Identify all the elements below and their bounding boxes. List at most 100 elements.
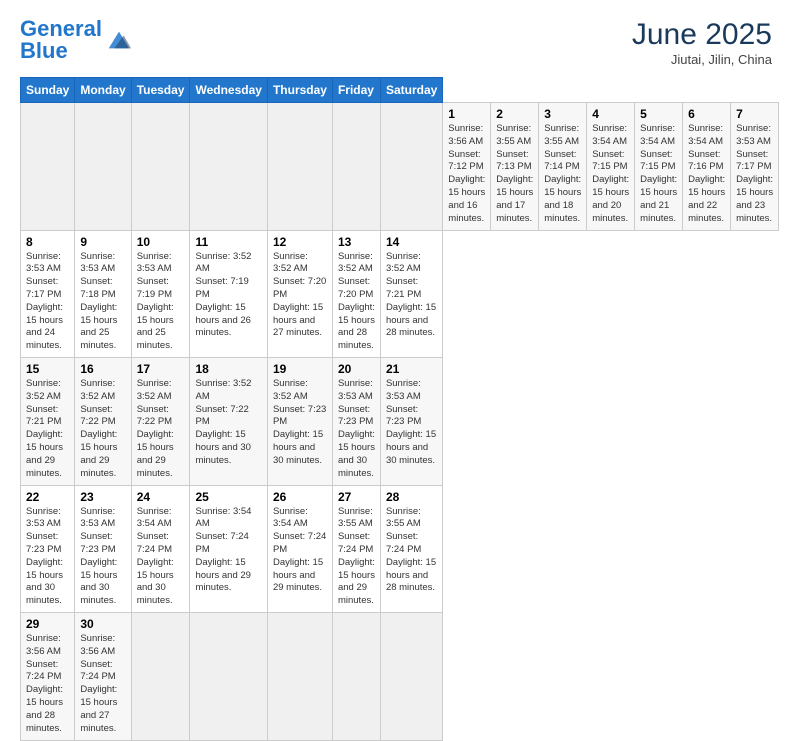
page-header: General Blue June 2025 Jiutai, Jilin, Ch… (20, 18, 772, 67)
week-row-2: 8 Sunrise: 3:53 AMSunset: 7:17 PMDayligh… (21, 230, 779, 358)
day-info: Sunrise: 3:52 AMSunset: 7:22 PMDaylight:… (137, 378, 185, 481)
calendar-cell: 27 Sunrise: 3:55 AMSunset: 7:24 PMDaylig… (332, 485, 380, 613)
calendar-cell: 14 Sunrise: 3:52 AMSunset: 7:21 PMDaylig… (380, 230, 442, 358)
day-number: 29 (26, 617, 69, 631)
calendar-cell (21, 103, 75, 231)
day-number: 20 (338, 362, 375, 376)
calendar-cell: 4 Sunrise: 3:54 AMSunset: 7:15 PMDayligh… (587, 103, 635, 231)
logo: General Blue (20, 18, 133, 62)
day-number: 22 (26, 490, 69, 504)
day-info: Sunrise: 3:54 AMSunset: 7:15 PMDaylight:… (592, 123, 629, 226)
day-info: Sunrise: 3:55 AMSunset: 7:14 PMDaylight:… (544, 123, 581, 226)
day-number: 25 (195, 490, 261, 504)
calendar-cell: 18 Sunrise: 3:52 AMSunset: 7:22 PMDaylig… (190, 358, 267, 486)
day-number: 7 (736, 107, 773, 121)
week-row-3: 15 Sunrise: 3:52 AMSunset: 7:21 PMDaylig… (21, 358, 779, 486)
day-info: Sunrise: 3:55 AMSunset: 7:24 PMDaylight:… (338, 506, 375, 609)
calendar-cell: 5 Sunrise: 3:54 AMSunset: 7:15 PMDayligh… (635, 103, 683, 231)
day-info: Sunrise: 3:52 AMSunset: 7:19 PMDaylight:… (195, 251, 261, 341)
day-info: Sunrise: 3:52 AMSunset: 7:22 PMDaylight:… (80, 378, 125, 481)
day-number: 24 (137, 490, 185, 504)
day-number: 28 (386, 490, 437, 504)
day-info: Sunrise: 3:53 AMSunset: 7:23 PMDaylight:… (26, 506, 69, 609)
calendar-cell (380, 613, 442, 741)
calendar-page: General Blue June 2025 Jiutai, Jilin, Ch… (0, 0, 792, 612)
day-number: 23 (80, 490, 125, 504)
day-number: 19 (273, 362, 327, 376)
logo-text: General Blue (20, 18, 102, 62)
calendar-cell: 1 Sunrise: 3:56 AMSunset: 7:12 PMDayligh… (443, 103, 491, 231)
calendar-cell (267, 613, 332, 741)
title-block: June 2025 Jiutai, Jilin, China (632, 18, 772, 67)
day-info: Sunrise: 3:54 AMSunset: 7:24 PMDaylight:… (273, 506, 327, 596)
calendar-cell: 8 Sunrise: 3:53 AMSunset: 7:17 PMDayligh… (21, 230, 75, 358)
week-row-1: 1 Sunrise: 3:56 AMSunset: 7:12 PMDayligh… (21, 103, 779, 231)
day-info: Sunrise: 3:56 AMSunset: 7:24 PMDaylight:… (26, 633, 69, 736)
calendar-cell: 3 Sunrise: 3:55 AMSunset: 7:14 PMDayligh… (539, 103, 587, 231)
day-info: Sunrise: 3:53 AMSunset: 7:23 PMDaylight:… (386, 378, 437, 468)
header-wednesday: Wednesday (190, 78, 267, 103)
week-row-5: 29 Sunrise: 3:56 AMSunset: 7:24 PMDaylig… (21, 613, 779, 741)
day-number: 14 (386, 235, 437, 249)
day-info: Sunrise: 3:54 AMSunset: 7:16 PMDaylight:… (688, 123, 725, 226)
calendar-cell (190, 613, 267, 741)
day-number: 9 (80, 235, 125, 249)
calendar-cell (131, 103, 190, 231)
day-info: Sunrise: 3:55 AMSunset: 7:24 PMDaylight:… (386, 506, 437, 596)
calendar-cell: 22 Sunrise: 3:53 AMSunset: 7:23 PMDaylig… (21, 485, 75, 613)
calendar-cell: 19 Sunrise: 3:52 AMSunset: 7:23 PMDaylig… (267, 358, 332, 486)
day-info: Sunrise: 3:56 AMSunset: 7:24 PMDaylight:… (80, 633, 125, 736)
day-number: 12 (273, 235, 327, 249)
day-info: Sunrise: 3:52 AMSunset: 7:21 PMDaylight:… (386, 251, 437, 341)
day-number: 13 (338, 235, 375, 249)
day-number: 15 (26, 362, 69, 376)
calendar-cell: 11 Sunrise: 3:52 AMSunset: 7:19 PMDaylig… (190, 230, 267, 358)
header-tuesday: Tuesday (131, 78, 190, 103)
day-number: 11 (195, 235, 261, 249)
calendar-cell: 9 Sunrise: 3:53 AMSunset: 7:18 PMDayligh… (75, 230, 131, 358)
calendar-cell: 13 Sunrise: 3:52 AMSunset: 7:20 PMDaylig… (332, 230, 380, 358)
calendar-cell: 6 Sunrise: 3:54 AMSunset: 7:16 PMDayligh… (683, 103, 731, 231)
day-number: 30 (80, 617, 125, 631)
calendar-table: SundayMondayTuesdayWednesdayThursdayFrid… (20, 77, 779, 741)
location: Jiutai, Jilin, China (632, 52, 772, 67)
calendar-cell (75, 103, 131, 231)
day-info: Sunrise: 3:52 AMSunset: 7:23 PMDaylight:… (273, 378, 327, 468)
calendar-cell: 28 Sunrise: 3:55 AMSunset: 7:24 PMDaylig… (380, 485, 442, 613)
calendar-cell (131, 613, 190, 741)
day-info: Sunrise: 3:55 AMSunset: 7:13 PMDaylight:… (496, 123, 533, 226)
calendar-cell: 30 Sunrise: 3:56 AMSunset: 7:24 PMDaylig… (75, 613, 131, 741)
calendar-cell: 16 Sunrise: 3:52 AMSunset: 7:22 PMDaylig… (75, 358, 131, 486)
calendar-header-row: SundayMondayTuesdayWednesdayThursdayFrid… (21, 78, 779, 103)
day-info: Sunrise: 3:53 AMSunset: 7:23 PMDaylight:… (80, 506, 125, 609)
month-title: June 2025 (632, 18, 772, 52)
day-number: 5 (640, 107, 677, 121)
day-number: 3 (544, 107, 581, 121)
header-friday: Friday (332, 78, 380, 103)
calendar-cell: 2 Sunrise: 3:55 AMSunset: 7:13 PMDayligh… (491, 103, 539, 231)
day-info: Sunrise: 3:53 AMSunset: 7:17 PMDaylight:… (26, 251, 69, 354)
day-info: Sunrise: 3:53 AMSunset: 7:23 PMDaylight:… (338, 378, 375, 481)
day-number: 8 (26, 235, 69, 249)
calendar-cell: 17 Sunrise: 3:52 AMSunset: 7:22 PMDaylig… (131, 358, 190, 486)
day-info: Sunrise: 3:54 AMSunset: 7:24 PMDaylight:… (195, 506, 261, 596)
day-info: Sunrise: 3:53 AMSunset: 7:18 PMDaylight:… (80, 251, 125, 354)
calendar-cell (332, 103, 380, 231)
calendar-cell: 26 Sunrise: 3:54 AMSunset: 7:24 PMDaylig… (267, 485, 332, 613)
calendar-cell (332, 613, 380, 741)
day-info: Sunrise: 3:54 AMSunset: 7:15 PMDaylight:… (640, 123, 677, 226)
day-number: 4 (592, 107, 629, 121)
header-monday: Monday (75, 78, 131, 103)
week-row-4: 22 Sunrise: 3:53 AMSunset: 7:23 PMDaylig… (21, 485, 779, 613)
header-sunday: Sunday (21, 78, 75, 103)
day-info: Sunrise: 3:52 AMSunset: 7:22 PMDaylight:… (195, 378, 261, 468)
calendar-cell: 10 Sunrise: 3:53 AMSunset: 7:19 PMDaylig… (131, 230, 190, 358)
day-number: 1 (448, 107, 485, 121)
day-number: 2 (496, 107, 533, 121)
header-saturday: Saturday (380, 78, 442, 103)
calendar-cell: 24 Sunrise: 3:54 AMSunset: 7:24 PMDaylig… (131, 485, 190, 613)
day-info: Sunrise: 3:52 AMSunset: 7:20 PMDaylight:… (338, 251, 375, 354)
day-info: Sunrise: 3:54 AMSunset: 7:24 PMDaylight:… (137, 506, 185, 609)
header-thursday: Thursday (267, 78, 332, 103)
day-number: 17 (137, 362, 185, 376)
